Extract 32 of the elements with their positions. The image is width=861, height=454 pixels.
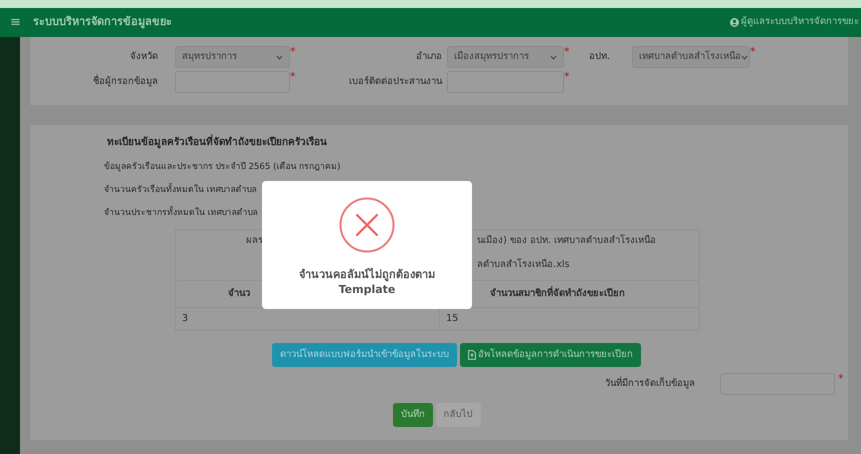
required-mark: * xyxy=(838,373,844,384)
file-icon xyxy=(468,350,476,360)
error-icon xyxy=(339,197,395,253)
section-title: ทะเบียนข้อมูลครัวเรือนที่จัดทำถังขยะเปียกครัวเรือน xyxy=(107,135,848,150)
chevron-icon xyxy=(550,54,557,60)
field-label: วันที่มีการจัดเก็บข้อมูล xyxy=(604,377,695,392)
info-text: ข้อมูลครัวเรือนและประชากร ประจำปี 2565 (เดือน กรกฎาคม) xyxy=(104,161,341,174)
field-label: เบอร์ติดต่อประสานงาน xyxy=(348,74,442,89)
app-title: ระบบบริหารจัดการข้อมูลขยะ xyxy=(32,14,172,30)
save-button[interactable]: บันทึก xyxy=(393,403,433,428)
menu-icon[interactable]: ≡ xyxy=(10,12,21,32)
user-icon xyxy=(730,18,738,27)
field-label: จังหวัด xyxy=(129,50,158,64)
field-label: ชื่อผู้กรอกข้อมูล xyxy=(92,74,158,89)
user-menu[interactable]: ผู้ดูแลระบบบริหารจัดการขยะ xyxy=(730,15,859,30)
select-field[interactable]: สมุทรปราการ xyxy=(175,46,290,68)
chevron-icon xyxy=(276,54,283,60)
upload-button[interactable]: อัพโหลดข้อมูลการดำเนินการขยะเปียก xyxy=(460,342,641,368)
field-label: อปท. xyxy=(588,50,610,64)
info-text: จำนวนครัวเรือนทั้งหมดใน เทศบาลตำบล xyxy=(104,184,257,197)
required-mark: * xyxy=(564,71,570,82)
chevron-icon xyxy=(741,54,748,60)
info-text: จำนวนประชากรทั้งหมดใน เทศบาลตำบล xyxy=(104,206,258,220)
select-field[interactable]: เมืองสมุทรปราการ xyxy=(447,46,564,68)
required-mark: * xyxy=(750,46,756,57)
required-mark: * xyxy=(290,71,296,82)
required-mark: * xyxy=(290,46,296,57)
required-mark: * xyxy=(564,46,570,57)
download-button[interactable]: ดาวน์โหลดแบบฟอร์มนำเข้าข้อมูลในระบบ xyxy=(272,342,457,368)
back-button[interactable]: กลับไป xyxy=(436,403,480,428)
select-field[interactable]: เทศบาลตำบลสำโรงเหนือ xyxy=(632,46,750,68)
field-label: อำเภอ xyxy=(415,50,442,64)
